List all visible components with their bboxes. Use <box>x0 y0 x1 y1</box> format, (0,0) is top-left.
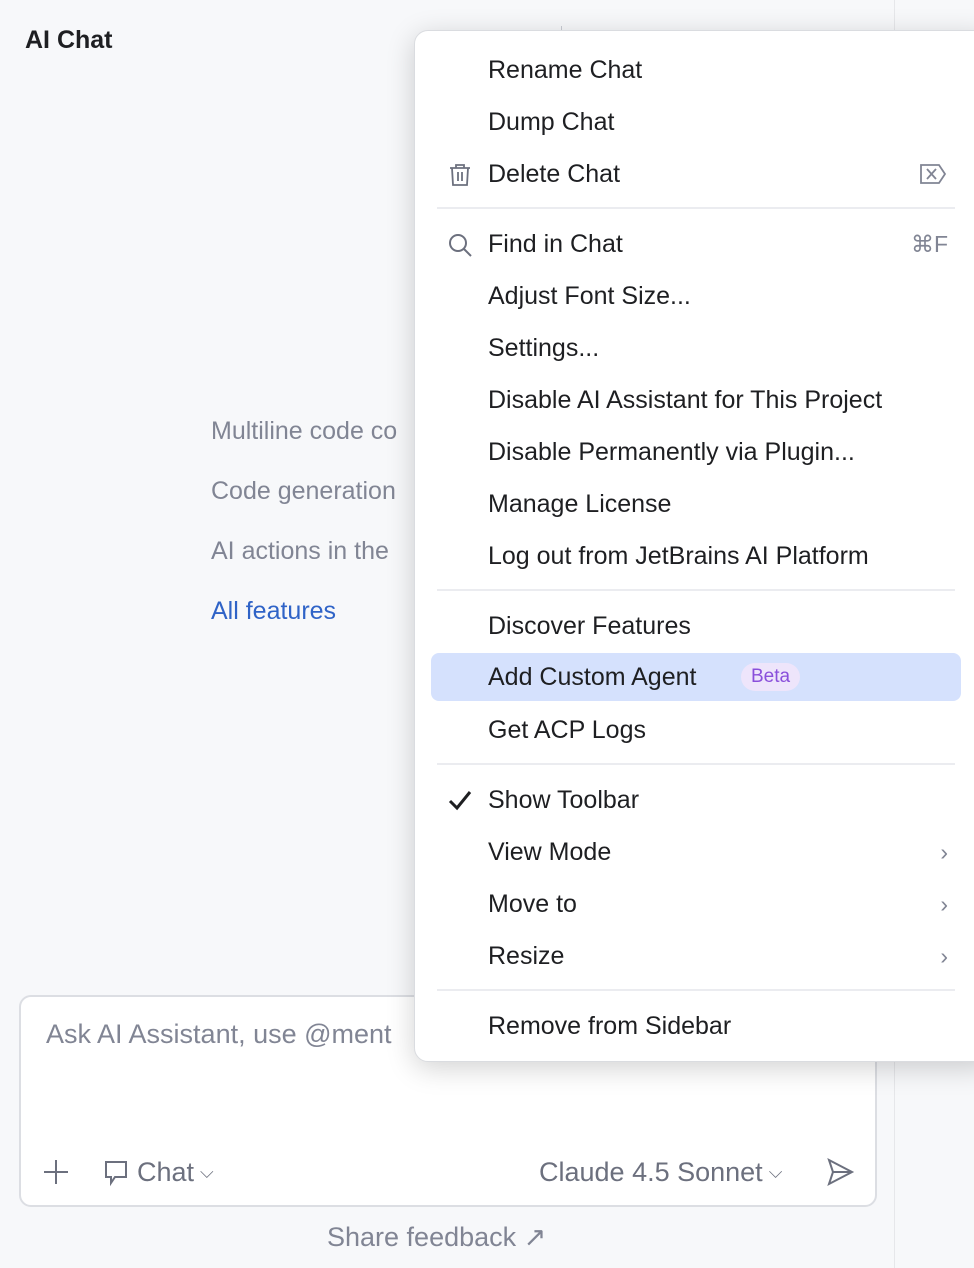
menu-item-add-custom-agent[interactable]: Add Custom Agent Beta <box>431 653 961 701</box>
model-label: Claude 4.5 Sonnet <box>539 1157 763 1188</box>
menu-item-label: Show Toolbar <box>488 786 639 815</box>
menu-item-label: Find in Chat <box>488 230 623 259</box>
menu-item-log-out[interactable]: Log out from JetBrains AI Platform <box>431 532 961 580</box>
menu-item-move-to[interactable]: Move to › <box>431 880 961 928</box>
menu-item-remove-from-sidebar[interactable]: Remove from Sidebar <box>431 1002 961 1050</box>
feature-item: Multiline code co <box>211 417 397 446</box>
all-features-link[interactable]: All features <box>211 597 336 626</box>
menu-item-label: Disable Permanently via Plugin... <box>488 438 855 467</box>
menu-item-label: Rename Chat <box>488 56 642 85</box>
mode-selector[interactable]: Chat ⌵ <box>103 1157 214 1188</box>
tool-window-title: AI Chat <box>25 26 113 55</box>
menu-separator <box>437 207 955 209</box>
shortcut-label: ⌘F <box>911 231 948 258</box>
menu-item-label: Manage License <box>488 490 671 519</box>
send-icon <box>825 1157 855 1187</box>
plus-icon <box>41 1157 71 1187</box>
menu-item-label: Discover Features <box>488 612 691 641</box>
menu-item-label: Settings... <box>488 334 599 363</box>
chevron-down-icon: ⌵ <box>769 1162 783 1183</box>
beta-badge: Beta <box>741 663 800 691</box>
add-context-button[interactable] <box>41 1157 71 1187</box>
menu-item-label: Log out from JetBrains AI Platform <box>488 542 869 571</box>
menu-item-label: Get ACP Logs <box>488 716 646 745</box>
trash-icon <box>447 162 473 188</box>
menu-item-label: Delete Chat <box>488 160 620 189</box>
chevron-right-icon: › <box>940 891 948 918</box>
menu-item-show-toolbar[interactable]: Show Toolbar <box>431 776 961 824</box>
chevron-right-icon: › <box>940 839 948 866</box>
menu-item-adjust-font-size[interactable]: Adjust Font Size... <box>431 272 961 320</box>
send-button[interactable] <box>825 1157 855 1187</box>
chevron-right-icon: › <box>940 943 948 970</box>
mode-label: Chat <box>137 1157 194 1188</box>
menu-separator <box>437 989 955 991</box>
menu-item-dump-chat[interactable]: Dump Chat <box>431 98 961 146</box>
menu-item-view-mode[interactable]: View Mode › <box>431 828 961 876</box>
menu-separator <box>437 763 955 765</box>
menu-item-find-in-chat[interactable]: Find in Chat ⌘F <box>431 220 961 268</box>
menu-item-rename-chat[interactable]: Rename Chat <box>431 46 961 94</box>
menu-item-resize[interactable]: Resize › <box>431 932 961 980</box>
search-icon <box>447 232 473 258</box>
menu-item-label: View Mode <box>488 838 611 867</box>
menu-item-disable-permanently[interactable]: Disable Permanently via Plugin... <box>431 428 961 476</box>
backspace-icon <box>919 163 947 185</box>
chevron-down-icon: ⌵ <box>200 1162 214 1183</box>
menu-item-label: Add Custom Agent <box>488 663 696 692</box>
menu-item-label: Disable AI Assistant for This Project <box>488 386 882 415</box>
menu-item-label: Dump Chat <box>488 108 614 137</box>
menu-item-label: Move to <box>488 890 577 919</box>
chat-options-menu: Rename Chat Dump Chat Delete Chat Find i… <box>414 30 974 1062</box>
menu-item-label: Adjust Font Size... <box>488 282 691 311</box>
model-selector[interactable]: Claude 4.5 Sonnet ⌵ <box>539 1157 782 1188</box>
menu-item-delete-chat[interactable]: Delete Chat <box>431 150 961 198</box>
menu-item-manage-license[interactable]: Manage License <box>431 480 961 528</box>
feature-item: Code generation <box>211 477 396 506</box>
menu-item-discover-features[interactable]: Discover Features <box>431 602 961 650</box>
menu-item-label: Remove from Sidebar <box>488 1012 731 1041</box>
menu-item-settings[interactable]: Settings... <box>431 324 961 372</box>
chat-input-placeholder: Ask AI Assistant, use @ment <box>46 1019 392 1050</box>
share-feedback-link[interactable]: Share feedback ↗ <box>327 1222 546 1253</box>
feature-item: AI actions in the <box>211 537 389 566</box>
menu-item-label: Resize <box>488 942 564 971</box>
checkmark-icon <box>447 788 473 814</box>
chat-bubble-icon <box>103 1159 131 1187</box>
menu-item-disable-project[interactable]: Disable AI Assistant for This Project <box>431 376 961 424</box>
menu-separator <box>437 589 955 591</box>
menu-item-get-acp-logs[interactable]: Get ACP Logs <box>431 706 961 754</box>
